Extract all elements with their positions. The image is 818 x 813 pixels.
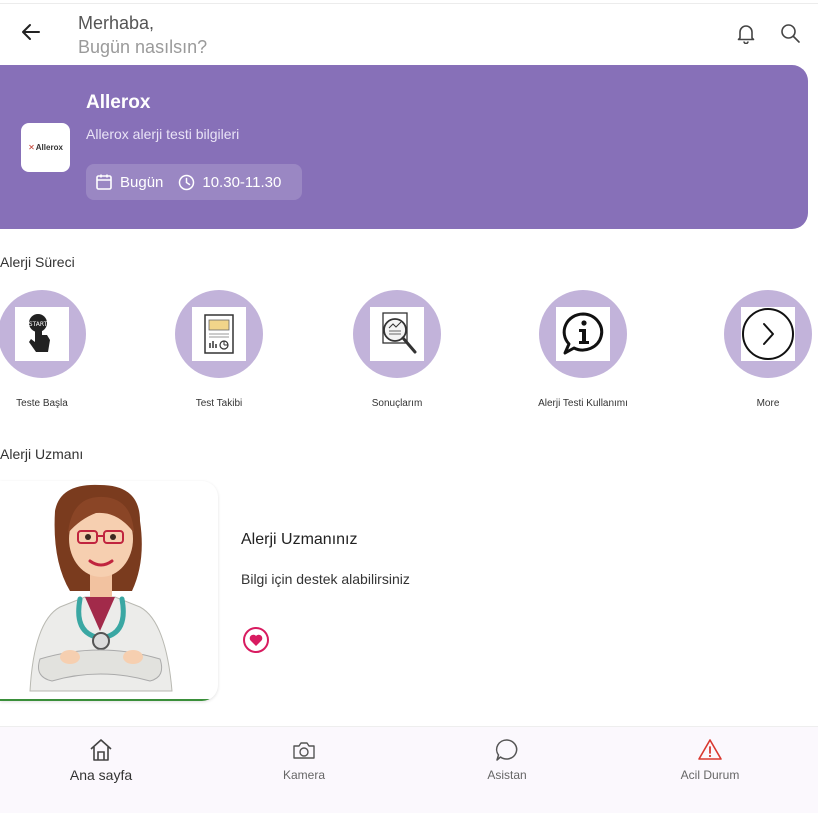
bell-icon	[737, 25, 755, 44]
allerox-logo: ✕ Allerox	[21, 123, 70, 172]
nav-item-camera[interactable]: Kamera	[244, 727, 364, 797]
date-label: Bugün	[120, 173, 164, 191]
process-item-start-test[interactable]: START	[0, 290, 86, 378]
nav-item-assistant[interactable]: Asistan	[447, 727, 567, 797]
greeting-text: Merhaba,	[78, 13, 155, 33]
bottom-navigation: Ana sayfa Kamera Asistan Acil Durum	[0, 726, 818, 813]
search-button[interactable]	[778, 21, 802, 45]
process-circle: START	[0, 290, 86, 378]
process-label-start-test: Teste Başla	[16, 398, 68, 409]
banner-subtitle: Allerox alerji testi bilgileri	[86, 126, 240, 142]
process-label-test-usage: Alerji Testi Kullanımı	[538, 398, 628, 409]
time-segment: 10.30-11.30	[178, 174, 281, 191]
process-section-title: Alerji Süreci	[0, 254, 75, 270]
warning-icon	[697, 737, 723, 763]
schedule-chip: Bugün 10.30-11.30	[86, 164, 302, 200]
notifications-button[interactable]	[734, 21, 758, 45]
process-circle	[724, 290, 812, 378]
process-tile	[556, 307, 610, 361]
nav-label-assistant: Asistan	[487, 768, 527, 782]
subgreeting-text: Bugün nasılsın?	[78, 37, 208, 57]
back-button[interactable]	[18, 19, 44, 45]
calendar-icon	[96, 174, 112, 190]
process-label-results: Sonuçlarım	[371, 398, 423, 409]
expert-section-title: Alerji Uzmanı	[0, 446, 84, 462]
process-circle	[353, 290, 441, 378]
process-tile	[192, 307, 246, 361]
process-tile	[741, 307, 795, 361]
nav-label-emergency: Acil Durum	[680, 768, 740, 782]
date-segment: Bugün	[95, 173, 163, 191]
nav-item-home[interactable]: Ana sayfa	[41, 727, 161, 797]
process-circle	[539, 290, 627, 378]
expert-description: Bilgi için destek alabilirsiniz	[241, 571, 410, 587]
header: Merhaba, Bugün nasılsın?	[0, 0, 818, 62]
appointment-banner[interactable]: ✕ Allerox	[0, 65, 808, 229]
touch-finger-icon: START	[29, 314, 50, 352]
card-accent-bar	[0, 699, 218, 701]
search-icon	[781, 24, 800, 43]
chat-icon	[494, 737, 520, 763]
process-tile: START	[15, 307, 69, 361]
home-icon	[88, 737, 114, 763]
expert-card-image[interactable]	[0, 481, 218, 701]
time-label: 10.30-11.30	[202, 173, 282, 191]
process-item-test-tracking[interactable]	[175, 290, 263, 378]
camera-icon	[291, 737, 317, 763]
expert-title: Alerji Uzmanınız	[241, 531, 358, 548]
clock-icon	[179, 174, 195, 190]
process-item-test-usage[interactable]	[539, 290, 627, 378]
info-bubble-icon	[562, 312, 604, 355]
chevron-right-icon	[742, 308, 794, 360]
doctor-illustration	[29, 484, 173, 692]
process-item-results[interactable]	[353, 290, 441, 378]
process-tile	[370, 307, 424, 361]
heart-icon	[243, 627, 269, 653]
process-label-test-tracking: Test Takibi	[195, 398, 243, 409]
nav-label-camera: Kamera	[282, 768, 326, 782]
nav-label-home: Ana sayfa	[69, 767, 133, 783]
process-item-more[interactable]	[724, 290, 812, 378]
magnifier-document-icon	[382, 312, 417, 354]
process-circle	[175, 290, 263, 378]
nav-item-emergency[interactable]: Acil Durum	[650, 727, 770, 797]
logo-mark-icon: ✕	[28, 143, 35, 152]
logo-text: Allerox	[35, 143, 63, 152]
report-icon	[204, 314, 234, 354]
banner-title: Allerox	[86, 92, 151, 113]
process-label-more: More	[756, 398, 780, 409]
favorite-button[interactable]	[242, 626, 270, 654]
back-arrow-icon	[22, 24, 40, 40]
